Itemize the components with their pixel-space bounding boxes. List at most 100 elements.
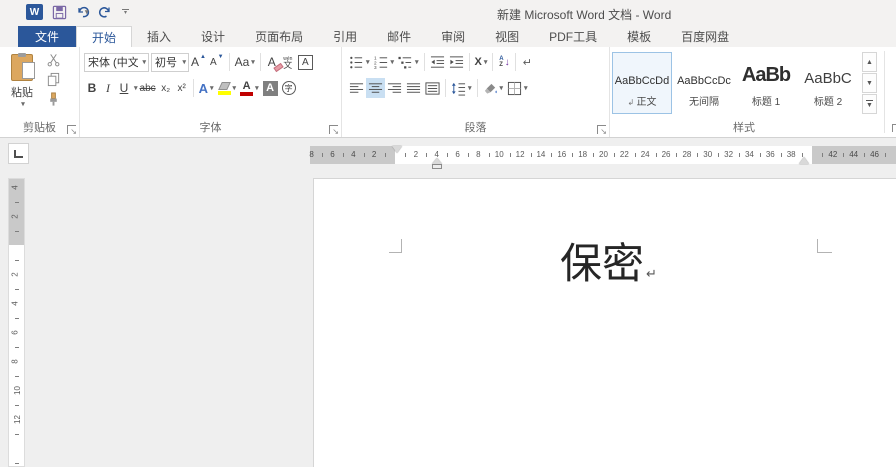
hanging-indent-marker[interactable] bbox=[432, 158, 442, 169]
asian-layout-button[interactable]: X▾ bbox=[473, 52, 490, 72]
highlight-color-button[interactable]: ▾ bbox=[216, 78, 239, 98]
font-dialog-launcher-icon[interactable]: ↘ bbox=[329, 125, 338, 134]
style-normal[interactable]: AaBbCcDd↲ 正文 bbox=[612, 52, 672, 114]
tab-baidu-netdisk[interactable]: 百度网盘 bbox=[666, 26, 744, 47]
first-line-indent-marker[interactable] bbox=[392, 146, 402, 153]
ruler-number: 42 bbox=[828, 150, 837, 159]
ruler-number: 8 bbox=[476, 150, 480, 159]
tab-view[interactable]: 视图 bbox=[480, 26, 534, 47]
document-heading[interactable]: 保密↵ bbox=[399, 241, 818, 287]
ruler-tick bbox=[593, 153, 594, 157]
tab-mailings[interactable]: 邮件 bbox=[372, 26, 426, 47]
ruler-tick bbox=[843, 153, 844, 157]
font-size-combo[interactable]: 初号 ▾ bbox=[151, 53, 189, 72]
tab-insert[interactable]: 插入 bbox=[132, 26, 186, 47]
bullets-button[interactable]: ▾ bbox=[347, 52, 372, 72]
align-right-button[interactable] bbox=[385, 78, 404, 98]
style-heading-1[interactable]: AaBb标题 1 bbox=[736, 52, 796, 114]
copy-icon[interactable] bbox=[46, 72, 61, 87]
subscript-button[interactable]: x₂ bbox=[158, 78, 174, 98]
tab-templates[interactable]: 模板 bbox=[612, 26, 666, 47]
tab-pdf-tools[interactable]: PDF工具 bbox=[534, 26, 612, 47]
change-case-button[interactable]: Aa▾ bbox=[233, 52, 257, 72]
increase-indent-button[interactable] bbox=[447, 52, 466, 72]
ribbon: 粘贴 ▾ 剪贴板 ↘ 宋体 (中文正文 ▾ bbox=[0, 47, 896, 138]
styles-scroll-up-icon[interactable]: ▲ bbox=[862, 52, 877, 72]
ruler-number: 34 bbox=[745, 150, 754, 159]
tab-file[interactable]: 文件 bbox=[18, 26, 76, 47]
styles-scroll-down-icon[interactable]: ▼ bbox=[862, 73, 877, 93]
undo-caret-icon[interactable]: ▾ bbox=[85, 8, 89, 16]
document-page[interactable]: 保密↵ bbox=[313, 178, 896, 467]
save-icon[interactable] bbox=[52, 5, 67, 20]
decrease-indent-button[interactable] bbox=[428, 52, 447, 72]
numbering-button[interactable]: 1 2 3 ▾ bbox=[372, 52, 397, 72]
ruler-tick bbox=[718, 153, 719, 157]
vertical-ruler[interactable]: 4224681012 bbox=[8, 178, 25, 467]
tab-home[interactable]: 开始 bbox=[76, 26, 132, 47]
paste-caret-icon[interactable]: ▾ bbox=[21, 100, 25, 108]
tab-page-layout[interactable]: 页面布局 bbox=[240, 26, 318, 47]
ruler-tick bbox=[15, 405, 19, 406]
margin-corner-right-icon bbox=[817, 239, 832, 253]
tab-review[interactable]: 审阅 bbox=[426, 26, 480, 47]
clipboard-dialog-launcher-icon[interactable]: ↘ bbox=[67, 125, 76, 134]
style-name: 无间隔 bbox=[689, 93, 719, 108]
clear-formatting-button[interactable]: A bbox=[264, 52, 280, 72]
tab-references[interactable]: 引用 bbox=[318, 26, 372, 47]
strikethrough-button[interactable]: abc bbox=[138, 78, 158, 98]
line-spacing-icon bbox=[451, 81, 466, 96]
character-shading-button[interactable]: A bbox=[261, 78, 280, 98]
bullets-icon bbox=[349, 55, 364, 70]
multilevel-list-button[interactable]: ▾ bbox=[396, 52, 421, 72]
ruler-tick bbox=[551, 153, 552, 157]
ruler-number: 14 bbox=[536, 150, 545, 159]
grow-font-button[interactable]: A▲ bbox=[189, 52, 208, 72]
format-painter-icon[interactable] bbox=[46, 92, 61, 107]
shading-button[interactable]: ▾ bbox=[481, 78, 506, 98]
underline-button[interactable]: U bbox=[116, 78, 132, 98]
styles-more-icon[interactable]: ▼ bbox=[862, 94, 877, 114]
ruler-tick bbox=[802, 153, 803, 157]
align-center-button[interactable] bbox=[366, 78, 385, 98]
superscript-button[interactable]: x² bbox=[174, 78, 190, 98]
cut-icon[interactable] bbox=[46, 53, 61, 67]
style-no-spacing[interactable]: AaBbCcDc无间隔 bbox=[674, 52, 734, 114]
customize-qat-icon[interactable]: ▾ bbox=[121, 9, 131, 15]
font-color-button[interactable]: A ▾ bbox=[238, 78, 261, 98]
phonetic-guide-button[interactable]: wén 文 bbox=[280, 52, 296, 72]
ruler-number: 16 bbox=[557, 150, 566, 159]
align-left-button[interactable] bbox=[347, 78, 366, 98]
bold-button[interactable]: B bbox=[84, 78, 100, 98]
enclose-characters-button[interactable]: 字 bbox=[280, 78, 298, 98]
left-tab-icon bbox=[14, 150, 23, 158]
show-marks-button[interactable]: ↵ bbox=[519, 52, 535, 72]
ruler-tick bbox=[15, 463, 19, 464]
ruler-number: 10 bbox=[13, 386, 22, 395]
borders-button[interactable]: ▾ bbox=[505, 78, 530, 98]
redo-icon[interactable] bbox=[98, 5, 112, 19]
tab-design[interactable]: 设计 bbox=[186, 26, 240, 47]
sort-button[interactable]: AZ ↓ bbox=[496, 52, 512, 72]
horizontal-ruler[interactable]: 8642246810121416182022242628303234363842… bbox=[310, 146, 896, 164]
tab-stop-selector[interactable] bbox=[8, 143, 29, 164]
shrink-font-button[interactable]: A▼ bbox=[208, 52, 226, 72]
text-effects-button[interactable]: A▾ bbox=[197, 78, 216, 98]
ruler-tick bbox=[405, 153, 406, 157]
character-border-button[interactable]: A bbox=[296, 52, 315, 72]
font-name-combo[interactable]: 宋体 (中文正文 ▾ bbox=[84, 53, 149, 72]
ruler-tick bbox=[385, 153, 386, 157]
paste-button[interactable]: 粘贴 ▾ bbox=[6, 54, 38, 118]
cutoff-dialog-launcher-icon bbox=[892, 124, 896, 132]
distributed-button[interactable] bbox=[423, 78, 442, 98]
paragraph-dialog-launcher-icon[interactable]: ↘ bbox=[597, 125, 606, 134]
undo-button[interactable]: ▾ bbox=[76, 5, 89, 19]
ruler-number: 2 bbox=[372, 150, 376, 159]
italic-button[interactable]: I bbox=[100, 78, 116, 98]
style-heading-2[interactable]: AaBbC标题 2 bbox=[798, 52, 858, 114]
right-indent-marker[interactable] bbox=[799, 157, 809, 164]
line-spacing-button[interactable]: ▾ bbox=[449, 78, 474, 98]
ruler-tick bbox=[447, 153, 448, 157]
font-name-caret-icon: ▾ bbox=[142, 58, 146, 66]
justify-button[interactable] bbox=[404, 78, 423, 98]
